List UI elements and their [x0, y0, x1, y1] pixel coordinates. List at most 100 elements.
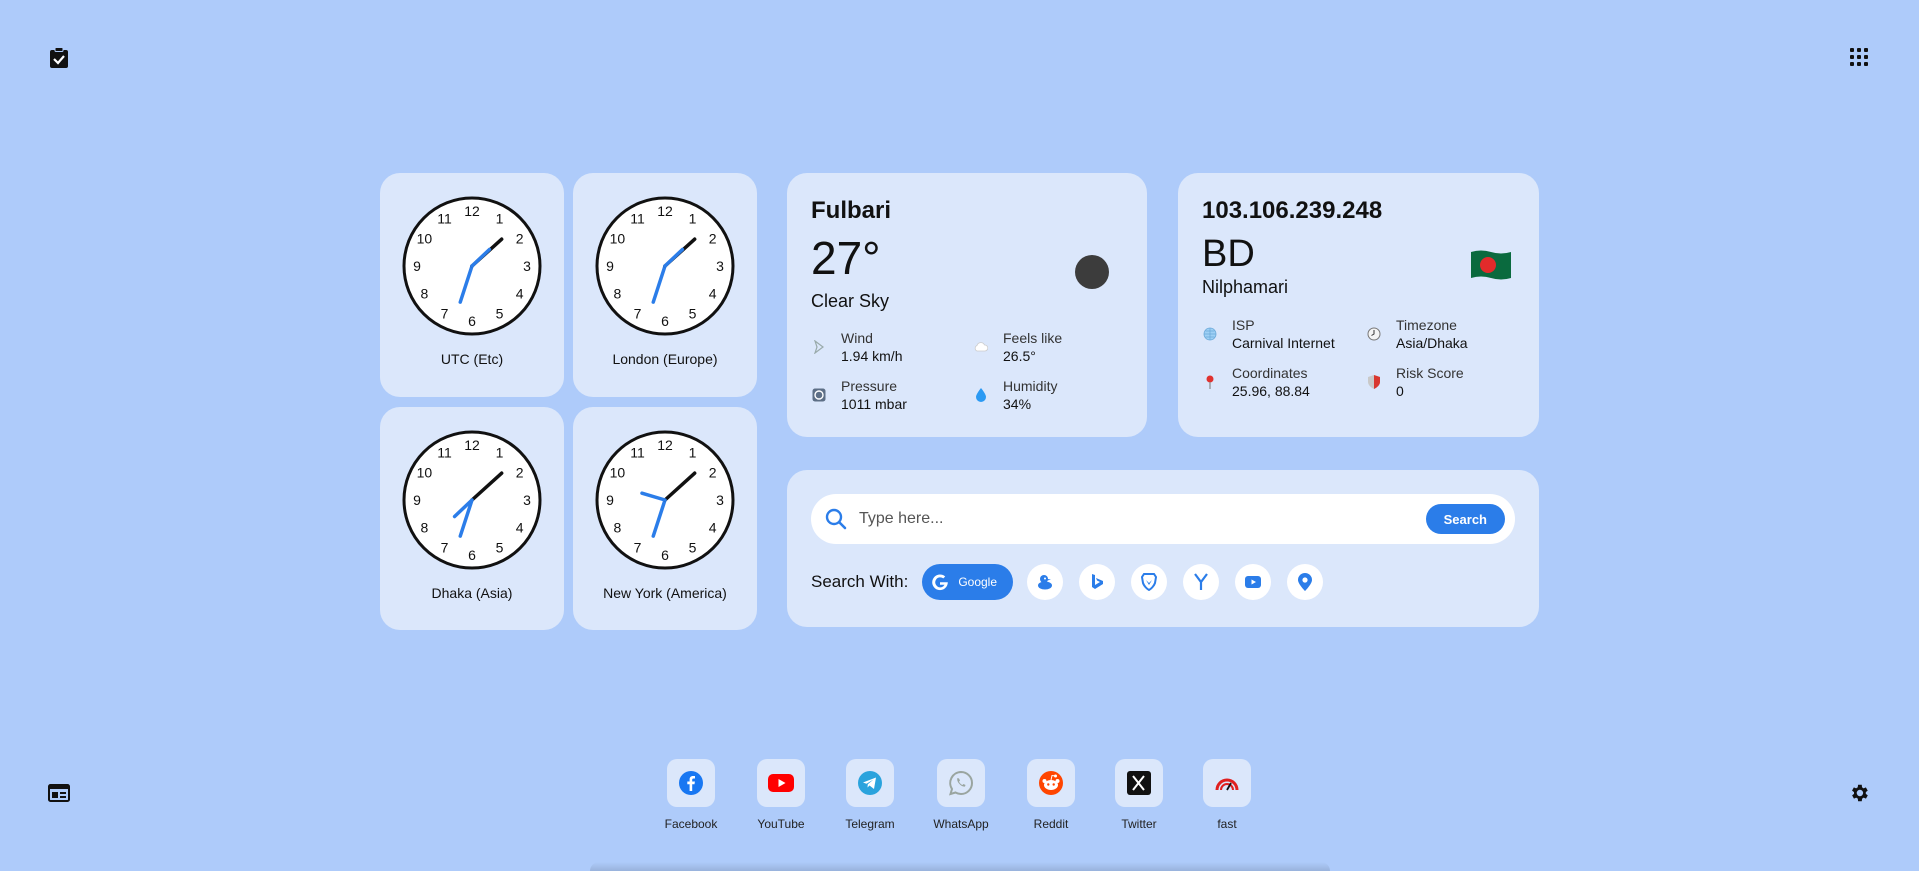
timezone-stat: Timezone Asia/Dhaka	[1366, 317, 1522, 351]
clock-numeral: 12	[464, 203, 480, 219]
apps-grid-icon	[1850, 48, 1868, 66]
clock-numeral: 11	[630, 444, 645, 460]
shortcut-label: fast	[1217, 817, 1237, 831]
coordinates-value: 25.96, 88.84	[1232, 383, 1310, 399]
timezone-value: Asia/Dhaka	[1396, 335, 1468, 351]
engine-google[interactable]: Google	[922, 564, 1014, 600]
search-bar: Search	[811, 494, 1515, 544]
shortcut-twitter[interactable]: Twitter	[1112, 759, 1166, 831]
telegram-icon	[858, 771, 882, 795]
shortcut-fast[interactable]: fast	[1200, 759, 1254, 831]
timezone-label: Timezone	[1396, 317, 1457, 333]
shortcut-label: Telegram	[845, 817, 895, 831]
humidity-label: Humidity	[1003, 378, 1058, 394]
clock-numeral: 4	[516, 520, 524, 536]
risk-score-label: Risk Score	[1396, 365, 1464, 381]
clock-numeral: 6	[661, 313, 669, 329]
shortcut-telegram[interactable]: Telegram	[843, 759, 897, 831]
shortcut-label: Facebook	[664, 817, 718, 831]
clock-numeral: 12	[464, 437, 480, 453]
wind-icon	[811, 339, 827, 355]
clock-numeral: 9	[413, 492, 421, 508]
clock-card-dhaka: 1 2 3 4 5 6 7 8 9 10 11 12 Dhaka (Asia)	[380, 407, 564, 630]
clock-numeral: 1	[689, 210, 697, 226]
isp-label: ISP	[1232, 317, 1255, 333]
todo-list-button[interactable]	[45, 44, 73, 72]
risk-score-stat: Risk Score 0	[1366, 365, 1522, 399]
engine-youtube[interactable]	[1235, 564, 1272, 600]
search-input[interactable]	[859, 510, 1426, 528]
feels-like-label: Feels like	[1003, 330, 1063, 346]
clock-numeral: 2	[709, 231, 717, 247]
clock-numeral: 8	[420, 520, 428, 536]
maps-icon	[1298, 573, 1313, 591]
shortcut-bar: Facebook YouTube Telegram WhatsApp Reddi…	[664, 759, 1254, 831]
reddit-icon	[1039, 771, 1063, 795]
clock-numeral: 9	[606, 492, 614, 508]
weather-city: Fulbari	[811, 197, 892, 224]
engine-yahoo[interactable]	[1183, 564, 1220, 600]
clock-label: London (Europe)	[612, 351, 718, 367]
search-with-label: Search With:	[811, 572, 909, 591]
shortcut-facebook[interactable]: Facebook	[664, 759, 718, 831]
news-feed-button[interactable]	[45, 779, 73, 807]
clock-numeral: 7	[441, 540, 449, 556]
feels-like-stat: Feels like 26.5°	[973, 330, 1123, 364]
wind-label: Wind	[841, 330, 873, 346]
shortcut-label: Twitter	[1121, 817, 1157, 831]
clock-card-london: 1 2 3 4 5 6 7 8 9 10 11 12 London (Europe)	[573, 173, 757, 397]
clock-numeral: 10	[417, 231, 433, 247]
settings-button[interactable]	[1845, 779, 1873, 807]
clock-numeral: 7	[634, 540, 642, 556]
engine-google-label: Google	[958, 575, 998, 589]
clock-numeral: 5	[689, 540, 697, 556]
analog-clock: 1234567891011 12	[595, 430, 735, 570]
clock-numeral: 4	[709, 286, 717, 302]
duckduckgo-icon	[1038, 575, 1053, 590]
clock-numeral: 6	[468, 547, 476, 563]
clock-numeral: 1	[496, 444, 504, 460]
clock-numeral: 11	[437, 210, 452, 226]
wind-stat: Wind 1.94 km/h	[811, 330, 973, 364]
humidity-value: 34%	[1003, 396, 1032, 412]
clock-numeral: 7	[441, 306, 449, 322]
shortcut-whatsapp[interactable]: WhatsApp	[932, 759, 990, 831]
apps-button[interactable]	[1845, 43, 1873, 71]
clock-numeral: 3	[716, 258, 724, 274]
search-button[interactable]: Search	[1425, 504, 1505, 534]
x-twitter-icon	[1127, 771, 1151, 795]
clock-numeral: 5	[689, 306, 697, 322]
globe-icon	[1202, 326, 1218, 342]
search-icon	[825, 508, 847, 530]
cloud-icon	[973, 339, 989, 355]
engine-maps[interactable]	[1287, 564, 1324, 600]
shortcut-reddit[interactable]: Reddit	[1024, 759, 1078, 831]
search-engine-selector: Search With: Google	[811, 564, 1515, 600]
weather-condition: Clear Sky	[811, 291, 890, 311]
clock-numeral: 9	[606, 258, 614, 274]
clock-numeral: 1	[689, 444, 697, 460]
water-drop-icon	[973, 387, 989, 403]
engine-duckduckgo[interactable]	[1027, 564, 1064, 600]
pressure-value: 1011 mbar	[841, 396, 907, 412]
speedometer-icon	[1215, 778, 1239, 791]
facebook-icon	[679, 771, 703, 795]
shield-icon	[1366, 374, 1382, 390]
engine-brave[interactable]	[1131, 564, 1168, 600]
clock-numeral: 10	[417, 465, 433, 481]
clock-numeral: 3	[716, 492, 724, 508]
brave-icon	[1141, 573, 1158, 591]
clock-numeral: 3	[523, 492, 531, 508]
humidity-stat: Humidity 34%	[973, 378, 1123, 412]
bing-icon	[1092, 574, 1104, 589]
engine-bing[interactable]	[1079, 564, 1116, 600]
shortcut-youtube[interactable]: YouTube	[754, 759, 808, 831]
pressure-label: Pressure	[841, 378, 898, 394]
pressure-icon	[811, 387, 827, 403]
clock-numeral: 5	[496, 306, 504, 322]
analog-clock: 1234567891011 12	[402, 430, 542, 570]
whatsapp-icon	[949, 770, 973, 796]
clock-numeral: 8	[613, 520, 621, 536]
coordinates-stat: Coordinates 25.96, 88.84	[1202, 365, 1366, 399]
risk-score-value: 0	[1396, 383, 1404, 399]
